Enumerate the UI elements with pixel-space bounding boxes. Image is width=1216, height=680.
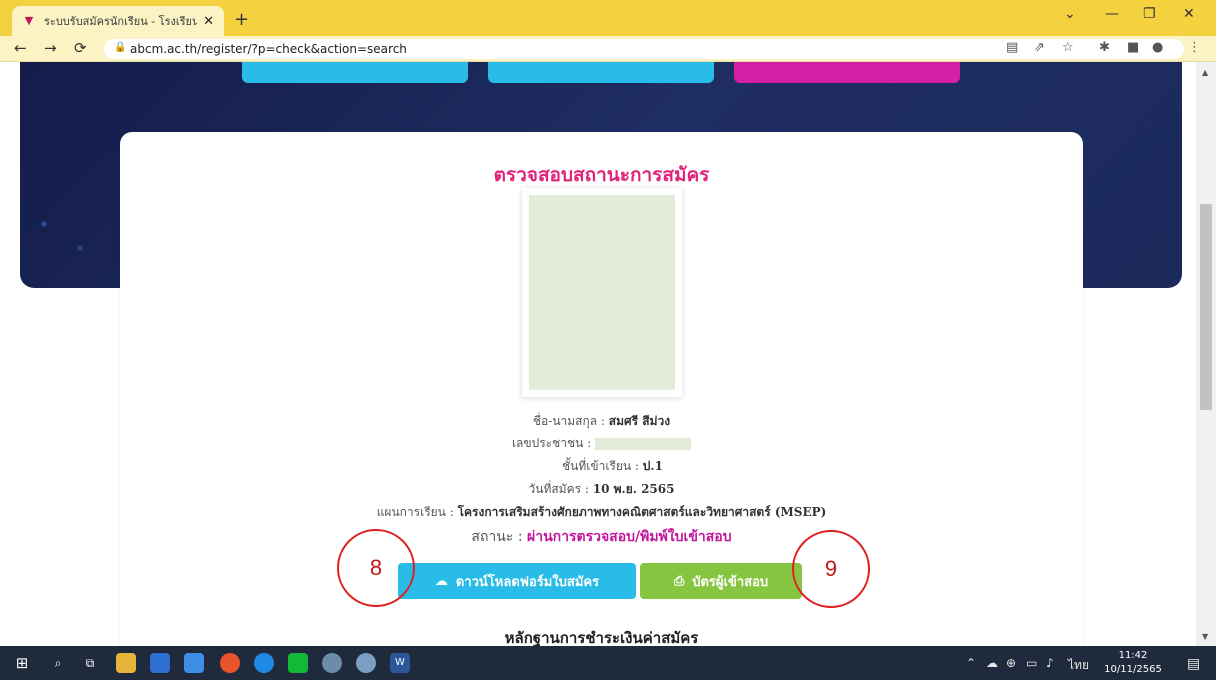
address-bar[interactable]: 🔒 abcm.ac.th/register/?p=check&action=se… [104, 39, 1184, 59]
browser-tabstrip: ▼ ระบบรับสมัครนักเรียน - โรงเรียนอนุบาล … [0, 0, 1216, 36]
annotation-number-8: 8 [369, 555, 383, 580]
id-row: เลขประชาชน : [120, 434, 1083, 453]
plan-row: แผนการเรียน : โครงการเสริมสร้างศักยภาพทา… [120, 503, 1083, 522]
chrome-icon[interactable] [220, 653, 240, 673]
minimize-button[interactable]: — [1105, 6, 1119, 22]
forward-arrow-icon[interactable]: → [44, 39, 57, 57]
download-form-button[interactable]: ☁ ดาวน์โหลดฟอร์มใบสมัคร [398, 563, 636, 599]
restore-button[interactable]: ❐ [1143, 6, 1156, 22]
annotation-number-9: 9 [824, 556, 838, 581]
nav-button-edit[interactable] [488, 62, 714, 83]
scroll-down-arrow-icon[interactable]: ▼ [1202, 632, 1208, 641]
id-label: เลขประชาชน : [511, 436, 596, 450]
grade-label: ชั้นที่เข้าเรียน : [562, 459, 643, 473]
screen: ▼ ระบบรับสมัครนักเรียน - โรงเรียนอนุบาล … [0, 0, 1216, 680]
line-app-icon[interactable] [288, 653, 308, 673]
browser-menu-icon[interactable]: ⋮ [1188, 40, 1201, 55]
status-row: สถานะ : ผ่านการตรวจสอบ/พิมพ์ใบเข้าสอบ [120, 526, 1083, 548]
volume-icon[interactable]: ♪ [1046, 656, 1054, 670]
reload-icon[interactable]: ⟳ [74, 39, 87, 57]
microsoft-store-icon[interactable] [150, 653, 170, 673]
annotation-circle-8: 8 [337, 529, 415, 607]
bookmark-star-icon[interactable]: ☆ [1062, 40, 1074, 55]
chrome-profile-icon[interactable] [322, 653, 342, 673]
lock-icon: 🔒 [114, 42, 127, 53]
share-icon[interactable]: ⇗ [1034, 40, 1045, 55]
tab-search-icon[interactable]: ⌄ [1064, 6, 1076, 22]
network-icon[interactable]: ⊕ [1006, 656, 1016, 670]
name-value: สมศรี สีม่วง [608, 414, 671, 428]
download-form-label: ดาวน์โหลดฟอร์มใบสมัคร [455, 574, 600, 590]
school-logo-icon: ▼ [24, 14, 34, 27]
back-arrow-icon[interactable]: ← [14, 39, 27, 57]
nav-button-check-status[interactable] [734, 62, 960, 83]
printer-icon: ⎙ [673, 573, 685, 589]
exam-card-label: บัตรผู้เข้าสอบ [692, 574, 769, 590]
profile-avatar-icon[interactable]: ● [1152, 40, 1163, 55]
close-window-button[interactable]: ✕ [1183, 6, 1195, 22]
status-card: ตรวจสอบสถานะการสมัคร ชื่อ-นามสกุล : สมศร… [120, 132, 1083, 646]
windows-start-icon[interactable]: ⊞ [12, 653, 32, 673]
page-viewport: ตรวจสอบสถานะการสมัคร ชื่อ-นามสกุล : สมศร… [0, 62, 1196, 646]
browser-toolbar: ← → ⟳ 🔒 abcm.ac.th/register/?p=check&act… [0, 36, 1216, 62]
status-value: ผ่านการตรวจสอบ/พิมพ์ใบเข้าสอบ [527, 529, 732, 545]
notification-icon[interactable]: ▤ [1187, 656, 1200, 672]
edge-icon[interactable] [254, 653, 274, 673]
date-row: วันที่สมัคร : 10 พ.ย. 2565 [120, 480, 1083, 499]
applicant-photo [529, 195, 675, 390]
date-value: 10 พ.ย. 2565 [592, 482, 675, 496]
name-row: ชื่อ-นามสกุล : สมศรี สีม่วง [120, 412, 1083, 431]
name-label: ชื่อ-นามสกุล : [532, 414, 609, 428]
scroll-thumb[interactable] [1200, 204, 1212, 410]
tab-close-icon[interactable]: ✕ [203, 14, 214, 29]
extensions-puzzle-icon[interactable]: ✱ [1099, 40, 1110, 55]
tab-title: ระบบรับสมัครนักเรียน - โรงเรียนอนุบาล [44, 15, 198, 28]
plan-value: โครงการเสริมสร้างศักยภาพทางคณิตศาสตร์และ… [457, 505, 827, 519]
file-explorer-icon[interactable] [116, 653, 136, 673]
word-icon[interactable]: W [390, 653, 410, 673]
page-scrollbar[interactable]: ▲ ▼ [1196, 62, 1216, 646]
grade-row: ชั้นที่เข้าเรียน : ป.1 [120, 457, 1083, 476]
clock-date: 10/11/2565 [1104, 664, 1162, 675]
clock-time: 11:42 [1118, 650, 1148, 661]
cloud-download-icon: ☁ [434, 573, 448, 589]
side-panel-icon[interactable]: ■ [1127, 40, 1139, 55]
url-text: abcm.ac.th/register/?p=check&action=sear… [130, 42, 407, 56]
display-icon[interactable]: ▭ [1026, 656, 1037, 670]
onedrive-tray-icon[interactable]: ☁ [986, 656, 998, 670]
chrome-active-icon[interactable] [356, 653, 376, 673]
id-redacted [595, 437, 692, 450]
search-icon[interactable]: ⌕ [48, 653, 68, 673]
card-title: ตรวจสอบสถานะการสมัคร [493, 164, 710, 186]
payment-section-title: หลักฐานการชำระเงินค่าสมัคร [504, 629, 699, 646]
exam-card-button[interactable]: ⎙ บัตรผู้เข้าสอบ [640, 563, 802, 599]
applicant-photo-frame [522, 188, 682, 397]
scroll-up-arrow-icon[interactable]: ▲ [1202, 68, 1208, 77]
date-label: วันที่สมัคร : [528, 482, 593, 496]
language-indicator[interactable]: ไทย [1068, 656, 1089, 675]
tray-expand-icon[interactable]: ⌃ [966, 656, 976, 670]
plan-label: แผนการเรียน : [376, 505, 458, 519]
nav-button-apply[interactable] [242, 62, 468, 83]
browser-tab[interactable]: ▼ ระบบรับสมัครนักเรียน - โรงเรียนอนุบาล … [12, 6, 224, 36]
taskbar-clock[interactable]: 11:42 10/11/2565 [1103, 649, 1163, 677]
onedrive-icon[interactable] [184, 653, 204, 673]
windows-taskbar: ⊞ ⌕ ⧉ W ⌃ ☁ ⊕ ▭ ♪ ไทย 11:42 10/11/2565 ▤ [0, 646, 1216, 680]
grade-value: ป.1 [642, 459, 663, 473]
task-view-icon[interactable]: ⧉ [80, 653, 100, 673]
annotation-circle-9: 9 [792, 530, 870, 608]
new-tab-button[interactable]: + [234, 9, 249, 30]
status-label: สถานะ : [471, 529, 527, 545]
translate-icon[interactable]: ▤ [1006, 40, 1018, 55]
